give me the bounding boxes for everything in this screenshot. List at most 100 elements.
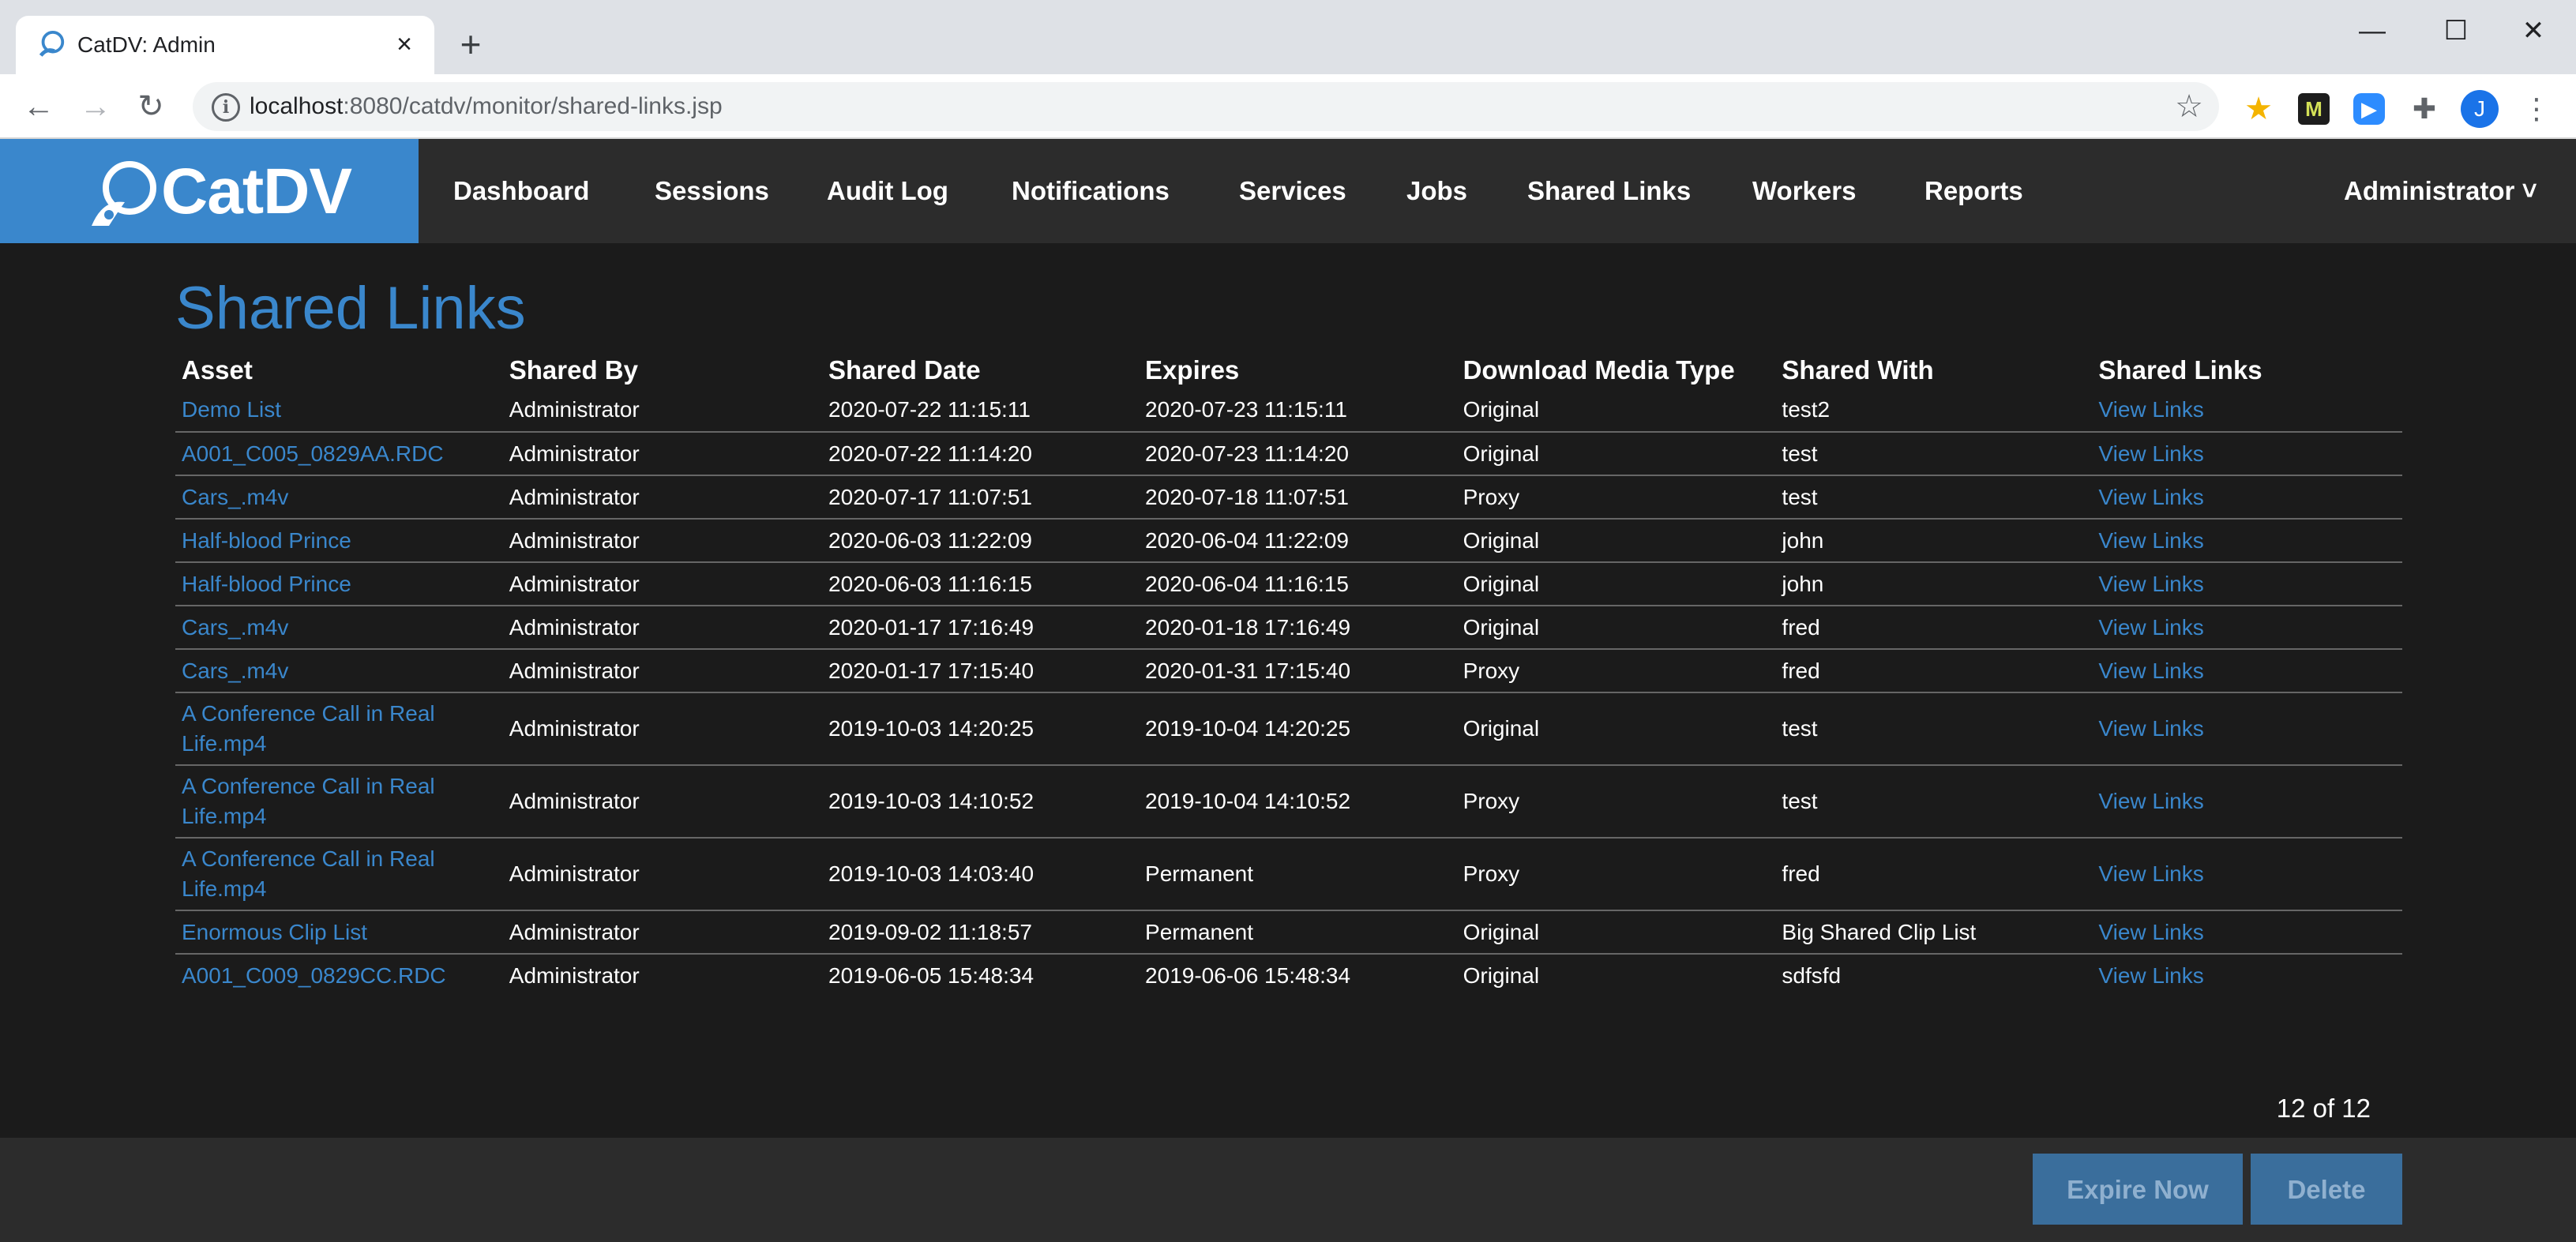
view-links-link[interactable]: View Links: [2092, 606, 2402, 649]
table-row[interactable]: Cars_.m4v Administrator 2020-01-17 17:15…: [175, 649, 2402, 692]
zoom-extension-icon[interactable]: ▶: [2353, 93, 2385, 125]
table-row[interactable]: Cars_.m4v Administrator 2020-07-17 11:07…: [175, 475, 2402, 519]
shared-with-cell: test: [1782, 789, 1818, 813]
table-row[interactable]: A001_C005_0829AA.RDC Administrator 2020-…: [175, 432, 2402, 475]
shared-date-cell: 2019-10-03 14:10:52: [828, 789, 1035, 813]
shared-by-cell: Administrator: [509, 571, 640, 596]
table-row[interactable]: A Conference Call in Real Life.mp4 Admin…: [175, 765, 2402, 838]
column-header-shared-links[interactable]: Shared Links: [2092, 352, 2402, 388]
minimize-icon[interactable]: —: [2349, 11, 2396, 51]
nav-shared-links[interactable]: Shared Links: [1527, 174, 1691, 208]
column-header-shared-by[interactable]: Shared By: [503, 352, 822, 388]
media-type-cell: Proxy: [1463, 861, 1520, 886]
nav-sessions[interactable]: Sessions: [655, 174, 769, 208]
table-row[interactable]: Half-blood Prince Administrator 2020-06-…: [175, 519, 2402, 562]
reload-icon[interactable]: ↻: [131, 87, 171, 126]
delete-button[interactable]: Delete: [2251, 1154, 2402, 1225]
column-header-asset[interactable]: Asset: [175, 352, 503, 388]
asset-link[interactable]: A001_C009_0829CC.RDC: [175, 954, 503, 997]
table-row[interactable]: A001_C009_0829CC.RDC Administrator 2019-…: [175, 954, 2402, 997]
asset-link[interactable]: A Conference Call in Real Life.mp4: [175, 765, 503, 838]
asset-link[interactable]: Half-blood Prince: [175, 562, 503, 606]
column-header-media-type[interactable]: Download Media Type: [1457, 352, 1776, 388]
view-links-link[interactable]: View Links: [2092, 765, 2402, 838]
nav-notifications[interactable]: Notifications: [1012, 174, 1170, 208]
expire-now-button[interactable]: Expire Now: [2033, 1154, 2243, 1225]
view-links-link[interactable]: View Links: [2092, 649, 2402, 692]
asset-link[interactable]: Half-blood Prince: [175, 519, 503, 562]
nav-jobs[interactable]: Jobs: [1406, 174, 1467, 208]
profile-avatar[interactable]: J: [2461, 90, 2499, 128]
asset-link[interactable]: A001_C005_0829AA.RDC: [175, 432, 503, 475]
new-tab-button[interactable]: +: [450, 24, 491, 65]
view-links-link[interactable]: View Links: [2092, 388, 2402, 432]
view-links-link[interactable]: View Links: [2092, 838, 2402, 910]
expires-cell: 2020-06-04 11:22:09: [1145, 527, 1349, 553]
table-row[interactable]: A Conference Call in Real Life.mp4 Admin…: [175, 838, 2402, 910]
shared-with-cell: test: [1782, 484, 1818, 509]
asset-link[interactable]: Enormous Clip List: [175, 910, 503, 954]
expires-cell: Permanent: [1145, 919, 1254, 944]
asset-link[interactable]: Cars_.m4v: [175, 475, 503, 519]
user-menu-dropdown[interactable]: Administrator ˅: [2344, 174, 2537, 208]
m-extension-icon[interactable]: M: [2298, 93, 2330, 125]
table-header-row: Asset Shared By Shared Date Expires Down…: [175, 352, 2402, 388]
nav-audit-log[interactable]: Audit Log: [827, 174, 948, 208]
nav-workers[interactable]: Workers: [1752, 174, 1856, 208]
bookmark-star-icon[interactable]: ☆: [2175, 88, 2203, 125]
catdv-logo-icon: [92, 161, 156, 226]
view-links-link[interactable]: View Links: [2092, 954, 2402, 997]
view-links-link[interactable]: View Links: [2092, 475, 2402, 519]
shared-by-cell: Administrator: [509, 658, 640, 683]
view-links-link[interactable]: View Links: [2092, 692, 2402, 765]
app-navbar: CatDV Dashboard Sessions Audit Log Notif…: [0, 139, 2576, 243]
table-row[interactable]: Demo List Administrator 2020-07-22 11:15…: [175, 388, 2402, 432]
shared-date-cell: 2020-06-03 11:16:15: [828, 571, 1032, 596]
bookmark-extension-icon[interactable]: ★: [2243, 93, 2274, 125]
catdv-favicon-icon: [39, 30, 65, 57]
asset-link[interactable]: Cars_.m4v: [175, 606, 503, 649]
extensions-puzzle-icon[interactable]: ✚: [2409, 93, 2440, 125]
nav-services[interactable]: Services: [1239, 174, 1346, 208]
view-links-link[interactable]: View Links: [2092, 519, 2402, 562]
table-row[interactable]: Half-blood Prince Administrator 2020-06-…: [175, 562, 2402, 606]
view-links-link[interactable]: View Links: [2092, 910, 2402, 954]
shared-date-cell: 2020-07-22 11:15:11: [828, 397, 1031, 422]
asset-link[interactable]: A Conference Call in Real Life.mp4: [175, 838, 503, 910]
nav-dashboard[interactable]: Dashboard: [453, 174, 589, 208]
shared-by-cell: Administrator: [509, 614, 640, 640]
shared-with-cell: fred: [1782, 658, 1820, 683]
catdv-logo[interactable]: CatDV: [0, 139, 419, 243]
shared-by-cell: Administrator: [509, 919, 640, 944]
media-type-cell: Original: [1463, 397, 1540, 422]
column-header-shared-date[interactable]: Shared Date: [822, 352, 1139, 388]
nav-reports[interactable]: Reports: [1924, 174, 2023, 208]
column-header-shared-with[interactable]: Shared With: [1775, 352, 2092, 388]
expires-cell: 2020-01-18 17:16:49: [1145, 614, 1351, 640]
table-row[interactable]: Enormous Clip List Administrator 2019-09…: [175, 910, 2402, 954]
column-header-expires[interactable]: Expires: [1139, 352, 1457, 388]
window-close-icon[interactable]: ✕: [2510, 11, 2557, 51]
view-links-link[interactable]: View Links: [2092, 562, 2402, 606]
media-type-cell: Original: [1463, 441, 1540, 466]
media-type-cell: Original: [1463, 527, 1540, 553]
shared-with-cell: john: [1782, 527, 1824, 553]
forward-arrow-icon[interactable]: →: [76, 87, 115, 126]
shared-by-cell: Administrator: [509, 861, 640, 886]
table-row[interactable]: A Conference Call in Real Life.mp4 Admin…: [175, 692, 2402, 765]
view-links-link[interactable]: View Links: [2092, 432, 2402, 475]
url-text[interactable]: localhost:8080/catdv/monitor/shared-link…: [250, 92, 723, 122]
asset-link[interactable]: Demo List: [175, 388, 503, 432]
address-bar[interactable]: i localhost:8080/catdv/monitor/shared-li…: [193, 82, 2219, 131]
browser-tab[interactable]: CatDV: Admin ×: [16, 16, 434, 74]
shared-by-cell: Administrator: [509, 963, 640, 988]
site-info-icon[interactable]: i: [212, 93, 240, 122]
asset-link[interactable]: A Conference Call in Real Life.mp4: [175, 692, 503, 765]
brand-name: CatDV: [161, 156, 352, 227]
tab-close-icon[interactable]: ×: [387, 27, 422, 62]
back-arrow-icon[interactable]: ←: [19, 87, 58, 126]
browser-menu-icon[interactable]: ⋮: [2518, 90, 2555, 128]
maximize-icon[interactable]: ☐: [2432, 11, 2480, 51]
table-row[interactable]: Cars_.m4v Administrator 2020-01-17 17:16…: [175, 606, 2402, 649]
asset-link[interactable]: Cars_.m4v: [175, 649, 503, 692]
